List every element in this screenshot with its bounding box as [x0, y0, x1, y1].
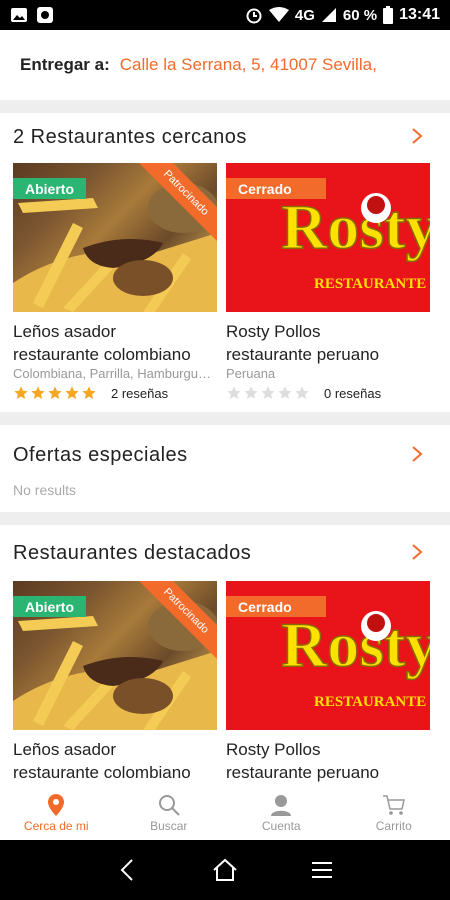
status-badge-closed: Cerrado — [226, 178, 326, 199]
logo-text: Rosty — [281, 609, 430, 680]
nav-account[interactable]: Cuenta — [225, 785, 338, 840]
star-empty-icon — [295, 386, 309, 399]
menu-icon[interactable] — [308, 856, 336, 884]
featured-section-title: Restaurantes destacados — [13, 542, 252, 564]
gallery-icon — [10, 7, 28, 23]
signal-icon — [321, 7, 337, 23]
cart-icon — [382, 794, 405, 815]
nav-cart[interactable]: Carrito — [338, 785, 450, 840]
restaurant-name[interactable]: Rosty Pollos restaurante peruano — [226, 320, 430, 366]
restaurant-image[interactable]: Rosty RESTAURANTE P Cerrado — [226, 163, 430, 312]
restaurant-name-line1: Rosty Pollos — [226, 322, 321, 341]
star-filled-icon — [82, 386, 96, 399]
restaurant-name[interactable]: Leños asador restaurante colombiano — [13, 738, 217, 784]
offers-section-title: Ofertas especiales — [13, 444, 188, 466]
restaurant-card-lenos-featured[interactable]: Abierto Patrocinado Leños asador restaur… — [13, 581, 217, 784]
rating: 0 reseñas — [226, 385, 430, 401]
star-filled-icon — [14, 386, 28, 399]
location-pin-icon — [48, 793, 65, 816]
back-icon[interactable] — [114, 856, 142, 884]
restaurant-name-line2: restaurante peruano — [226, 345, 380, 364]
app-notification-icon — [36, 6, 54, 24]
battery-level: 60 % — [342, 6, 378, 24]
account-icon — [271, 794, 292, 816]
restaurant-name[interactable]: Rosty Pollos restaurante peruano — [226, 738, 430, 784]
restaurant-name-line1: Leños asador — [13, 322, 117, 341]
nearby-section-title: 2 Restaurantes cercanos — [13, 126, 247, 148]
network-type: 4G — [294, 6, 315, 24]
restaurant-card-rosty-featured[interactable]: Rosty RESTAURANTE P Cerrado Rosty Pollos… — [226, 581, 430, 784]
delivery-address-bar[interactable]: Entregar a: Calle la Serrana, 5, 41007 S… — [0, 30, 450, 100]
chevron-right-icon[interactable] — [408, 543, 426, 561]
restaurant-card-lenos[interactable]: Abierto Patrocinado Leños asador restaur… — [13, 163, 217, 401]
nav-label: Carrito — [375, 818, 412, 833]
restaurant-name-line1: Leños asador — [13, 740, 117, 759]
restaurant-name-line2: restaurante peruano — [226, 763, 380, 782]
chevron-right-icon[interactable] — [408, 445, 426, 463]
deliver-label: Entregar a: — [20, 55, 110, 74]
logo-text: Rosty — [281, 191, 430, 262]
offers-empty-text: No results — [13, 482, 77, 498]
star-empty-icon — [244, 386, 258, 399]
android-nav-bar — [0, 840, 450, 900]
star-rating — [13, 385, 97, 401]
restaurant-cuisine: Peruana — [226, 366, 276, 381]
delivery-address[interactable]: Calle la Serrana, 5, 41007 Sevilla, — [120, 55, 377, 75]
restaurant-image[interactable]: Abierto Patrocinado — [13, 581, 217, 730]
status-badge-open: Abierto — [13, 596, 86, 617]
star-filled-icon — [31, 386, 45, 399]
nav-nearby[interactable]: Cerca de mi — [0, 785, 113, 840]
restaurant-name-line2: restaurante colombiano — [13, 345, 191, 364]
chevron-right-icon[interactable] — [408, 127, 426, 145]
logo-subtext: RESTAURANTE P — [314, 694, 430, 710]
nav-search[interactable]: Buscar — [113, 785, 226, 840]
status-badge-closed: Cerrado — [226, 596, 326, 617]
home-icon[interactable] — [211, 856, 239, 884]
restaurant-image[interactable]: Abierto Patrocinado — [13, 163, 217, 312]
nav-label: Cuenta — [261, 818, 301, 833]
clock: 13:41 — [399, 6, 440, 23]
bottom-nav: Cerca de mi Buscar Cuenta Carrito — [0, 785, 450, 840]
star-empty-icon — [227, 386, 241, 399]
restaurant-card-rosty[interactable]: Rosty RESTAURANTE P Cerrado Rosty Pollos… — [226, 163, 430, 401]
wifi-icon — [268, 7, 289, 23]
restaurant-image[interactable]: Rosty RESTAURANTE P Cerrado — [226, 581, 430, 730]
review-count: 0 reseñas — [324, 385, 382, 401]
star-filled-icon — [65, 386, 79, 399]
nav-label: Buscar — [150, 818, 188, 833]
logo-subtext: RESTAURANTE P — [314, 276, 430, 292]
restaurant-name-line1: Rosty Pollos — [226, 740, 321, 759]
nav-label: Cerca de mi — [23, 818, 89, 833]
rating: 2 reseñas — [13, 385, 217, 401]
section-divider — [0, 512, 450, 525]
restaurant-cuisine: Colombiana, Parrilla, Hamburguesas — [13, 366, 217, 381]
section-divider — [0, 412, 450, 425]
star-empty-icon — [261, 386, 275, 399]
section-divider — [0, 100, 450, 113]
restaurant-name-line2: restaurante colombiano — [13, 763, 191, 782]
restaurant-name[interactable]: Leños asador restaurante colombiano — [13, 320, 217, 366]
alarm-icon — [245, 6, 263, 24]
star-rating — [226, 385, 310, 401]
status-bar: 4G 60 % 13:41 — [0, 0, 450, 30]
battery-icon — [383, 6, 394, 24]
search-icon — [158, 794, 180, 816]
star-empty-icon — [278, 386, 292, 399]
star-filled-icon — [48, 386, 62, 399]
review-count: 2 reseñas — [111, 385, 169, 401]
status-badge-open: Abierto — [13, 178, 86, 199]
